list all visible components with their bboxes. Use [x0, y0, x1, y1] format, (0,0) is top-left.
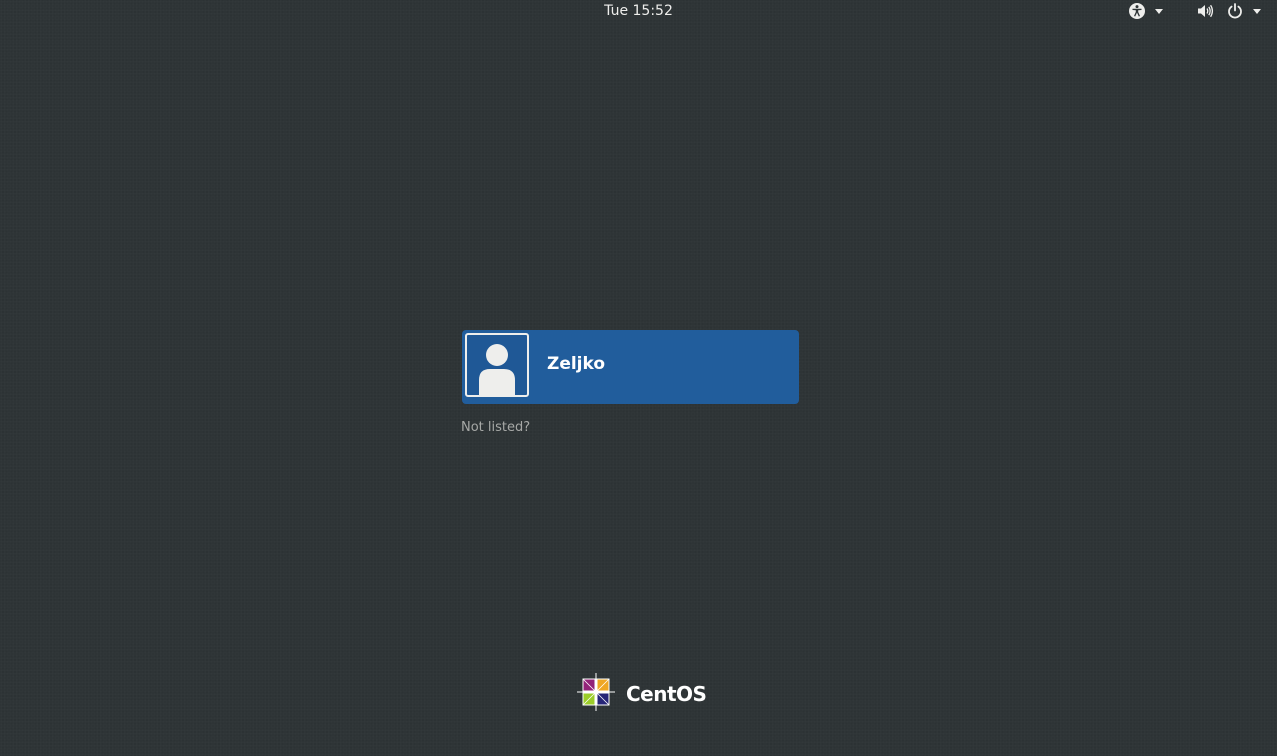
- clock-label[interactable]: Tue 15:52: [604, 3, 673, 19]
- volume-icon[interactable]: [1196, 2, 1214, 20]
- distro-logo: CentOS: [574, 670, 707, 718]
- user-avatar-icon: [465, 333, 529, 397]
- centos-logo-icon: [574, 670, 618, 718]
- accessibility-icon[interactable]: [1128, 2, 1146, 20]
- top-bar: Tue 15:52: [0, 0, 1277, 22]
- accessibility-menu[interactable]: [1128, 0, 1163, 22]
- chevron-down-icon: [1155, 9, 1163, 14]
- power-icon[interactable]: [1226, 2, 1244, 20]
- distro-name: CentOS: [626, 682, 707, 706]
- not-listed-link[interactable]: Not listed?: [461, 420, 530, 436]
- clock[interactable]: Tue 15:52: [0, 2, 1277, 20]
- chevron-down-icon: [1253, 9, 1261, 14]
- user-item-zeljko[interactable]: Zeljko: [462, 330, 799, 404]
- system-menu[interactable]: [1196, 0, 1261, 22]
- user-name: Zeljko: [547, 354, 606, 374]
